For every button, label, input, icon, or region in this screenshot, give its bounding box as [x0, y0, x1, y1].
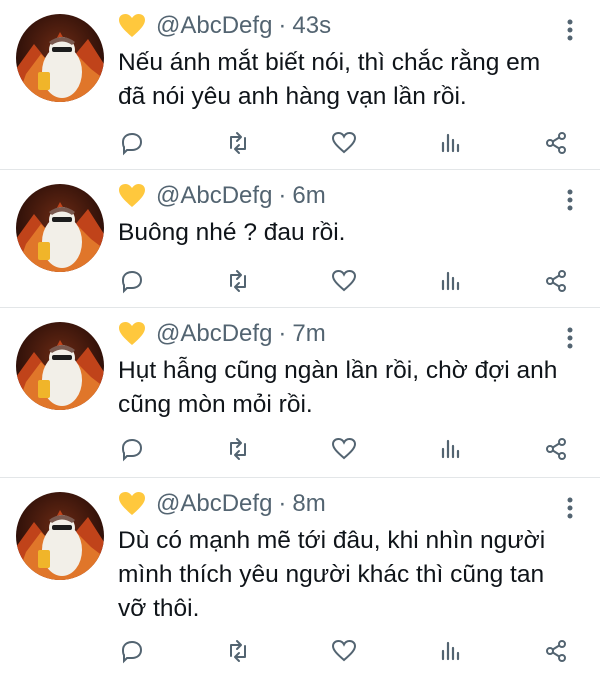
- timestamp[interactable]: 7m: [292, 320, 325, 348]
- tweet-body: @AbcDefg · 8m Dù có mạnh mẽ tới đâu, khi…: [118, 486, 574, 626]
- tweet[interactable]: @AbcDefg · 43s Nếu ánh mắt biết nói, thì…: [0, 0, 600, 170]
- share-icon[interactable]: [542, 267, 570, 295]
- yellow-heart-icon: [118, 183, 146, 209]
- tweet-text: Nếu ánh mắt biết nói, thì chắc rằng em đ…: [118, 49, 541, 110]
- like-icon[interactable]: [330, 129, 358, 157]
- tweet-body: @AbcDefg · 6m Buông nhé ? đau rồi.: [118, 178, 574, 250]
- avatar-image: [16, 510, 104, 580]
- avatar[interactable]: [16, 14, 104, 102]
- retweet-icon[interactable]: [224, 129, 252, 157]
- views-icon[interactable]: [436, 637, 464, 665]
- reply-icon[interactable]: [118, 637, 146, 665]
- more-vertical-icon[interactable]: [558, 324, 582, 352]
- more-vertical-icon[interactable]: [558, 494, 582, 522]
- yellow-heart-icon: [118, 13, 146, 39]
- tweet-body: @AbcDefg · 43s Nếu ánh mắt biết nói, thì…: [118, 8, 574, 114]
- like-icon[interactable]: [330, 435, 358, 463]
- tweet-body: @AbcDefg · 7m Hụt hẫng cũng ngàn lần rồi…: [118, 316, 574, 422]
- user-handle[interactable]: @AbcDefg: [156, 182, 272, 210]
- views-icon[interactable]: [436, 435, 464, 463]
- like-icon[interactable]: [330, 267, 358, 295]
- share-icon[interactable]: [542, 129, 570, 157]
- tweet-text: Dù có mạnh mẽ tới đâu, khi nhìn người mì…: [118, 527, 546, 622]
- tweet-header: @AbcDefg · 8m: [118, 486, 574, 522]
- reply-icon[interactable]: [118, 129, 146, 157]
- like-icon[interactable]: [330, 637, 358, 665]
- reply-icon[interactable]: [118, 435, 146, 463]
- tweet-text: Hụt hẫng cũng ngàn lần rồi, chờ đợi anh …: [118, 357, 558, 418]
- action-bar: [118, 434, 570, 464]
- reply-icon[interactable]: [118, 267, 146, 295]
- separator-dot: ·: [278, 12, 287, 39]
- timestamp[interactable]: 8m: [292, 490, 325, 518]
- share-icon[interactable]: [542, 435, 570, 463]
- avatar[interactable]: [16, 184, 104, 272]
- avatar[interactable]: [16, 322, 104, 410]
- more-vertical-icon[interactable]: [558, 186, 582, 214]
- views-icon[interactable]: [436, 129, 464, 157]
- timestamp[interactable]: 6m: [292, 182, 325, 210]
- separator-dot: ·: [278, 320, 287, 347]
- tweet[interactable]: @AbcDefg · 7m Hụt hẫng cũng ngàn lần rồi…: [0, 308, 600, 478]
- retweet-icon[interactable]: [224, 637, 252, 665]
- user-handle[interactable]: @AbcDefg: [156, 12, 272, 40]
- tweet-header: @AbcDefg · 6m: [118, 178, 574, 214]
- retweet-icon[interactable]: [224, 267, 252, 295]
- yellow-heart-icon: [118, 321, 146, 347]
- action-bar: [118, 266, 570, 296]
- tweet-feed: @AbcDefg · 43s Nếu ánh mắt biết nói, thì…: [0, 0, 600, 678]
- more-vertical-icon[interactable]: [558, 16, 582, 44]
- avatar-image: [16, 340, 104, 410]
- user-handle[interactable]: @AbcDefg: [156, 320, 272, 348]
- user-handle[interactable]: @AbcDefg: [156, 490, 272, 518]
- avatar-image: [16, 202, 104, 272]
- avatar[interactable]: [16, 492, 104, 580]
- tweet[interactable]: @AbcDefg · 6m Buông nhé ? đau rồi.: [0, 170, 600, 308]
- separator-dot: ·: [278, 182, 287, 209]
- tweet-header: @AbcDefg · 7m: [118, 316, 574, 352]
- separator-dot: ·: [278, 490, 287, 517]
- timestamp[interactable]: 43s: [292, 12, 331, 40]
- avatar-image: [16, 32, 104, 102]
- tweet[interactable]: @AbcDefg · 8m Dù có mạnh mẽ tới đâu, khi…: [0, 478, 600, 678]
- retweet-icon[interactable]: [224, 435, 252, 463]
- tweet-header: @AbcDefg · 43s: [118, 8, 574, 44]
- action-bar: [118, 636, 570, 666]
- views-icon[interactable]: [436, 267, 464, 295]
- tweet-text: Buông nhé ? đau rồi.: [118, 219, 346, 246]
- share-icon[interactable]: [542, 637, 570, 665]
- action-bar: [118, 128, 570, 158]
- yellow-heart-icon: [118, 491, 146, 517]
